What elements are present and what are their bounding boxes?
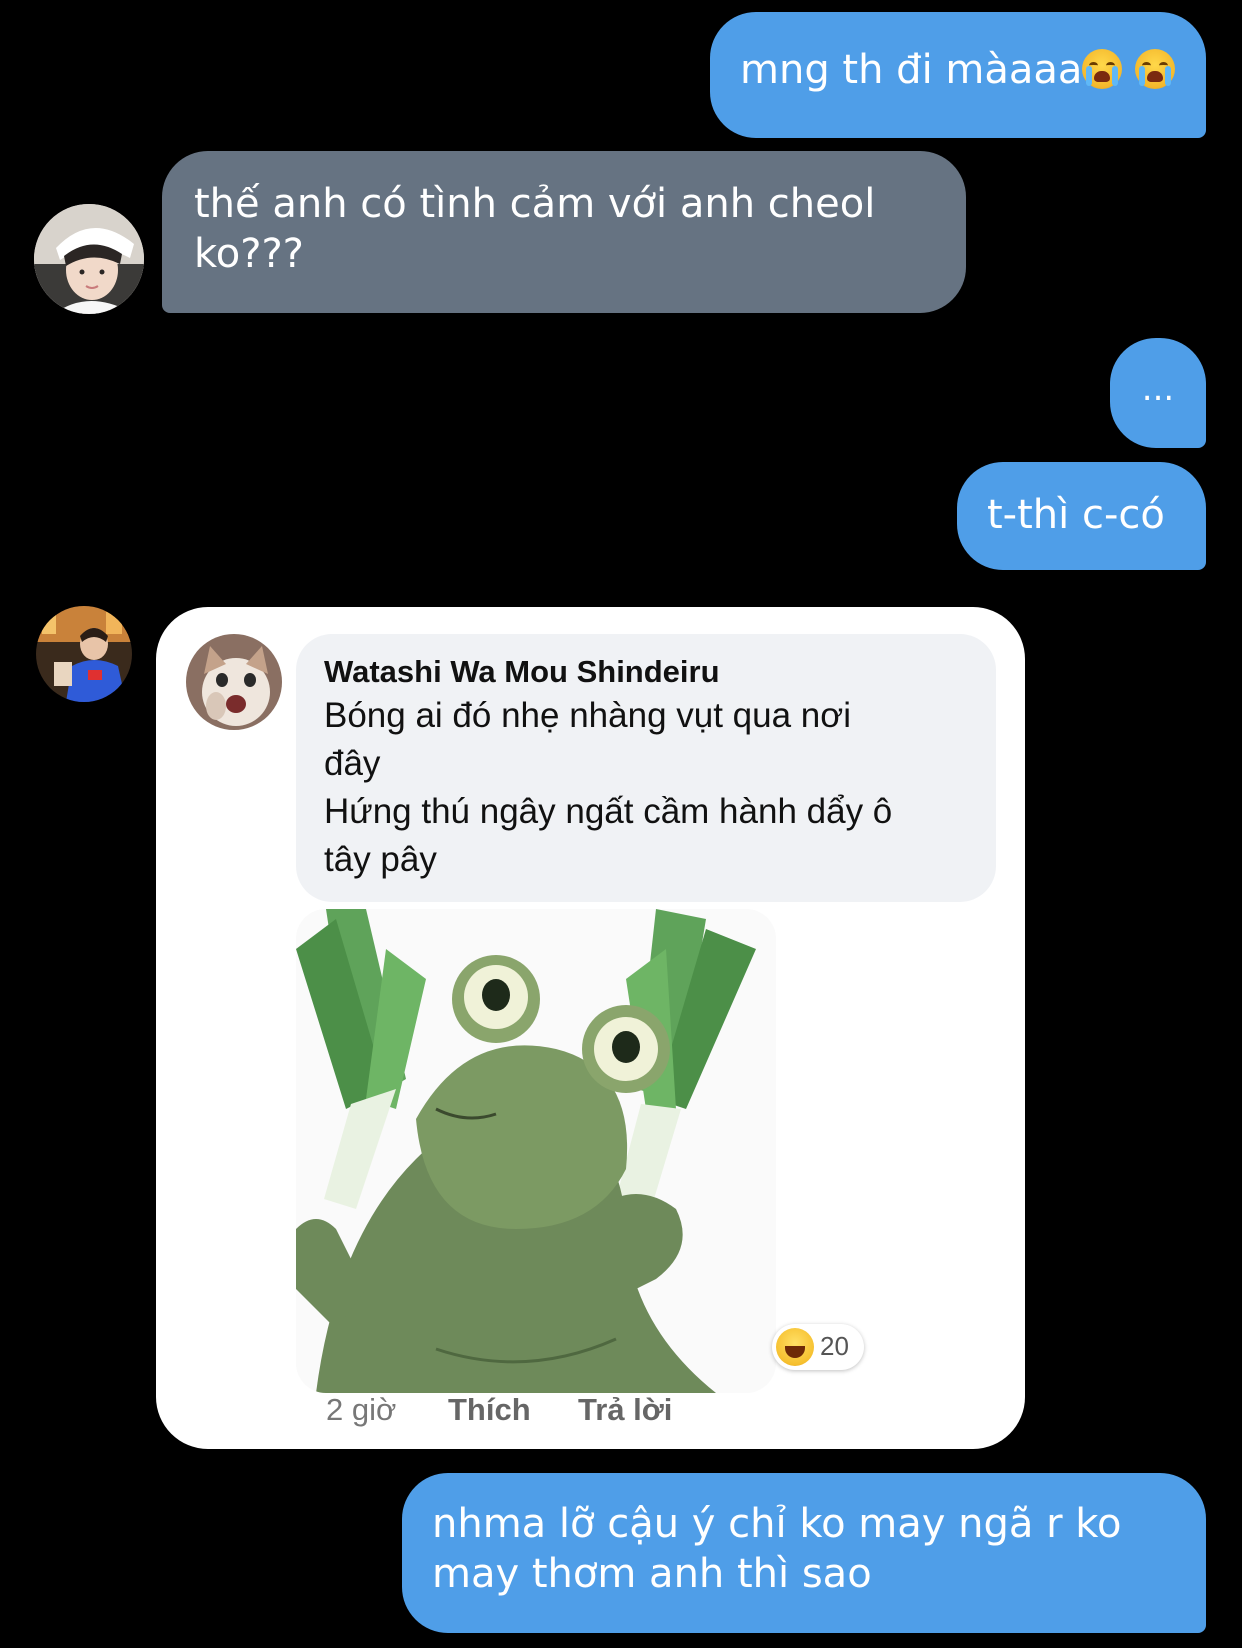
message-text-line-1: thế anh có tình cảm với anh cheol (194, 181, 876, 227)
like-link[interactable]: Thích (448, 1392, 531, 1428)
loudly-crying-face-icon (1135, 49, 1176, 89)
message-text: ... (1141, 369, 1175, 409)
reaction-count: 20 (820, 1331, 849, 1361)
avatar-photo (34, 204, 144, 314)
contact-avatar[interactable] (34, 204, 144, 314)
reaction-badge[interactable]: 20 (772, 1324, 864, 1370)
outgoing-message[interactable]: ... (1110, 338, 1206, 448)
frog-sticker-image (296, 909, 776, 1393)
loudly-crying-face-icon (1082, 49, 1123, 89)
incoming-message[interactable]: thế anh có tình cảm với anh cheol ko??? (162, 151, 966, 313)
outgoing-message[interactable]: nhma lỡ cậu ý chỉ ko may ngã r ko may th… (402, 1473, 1206, 1633)
commenter-name: Watashi Wa Mou Shindeiru (324, 654, 720, 689)
comment-bubble: Watashi Wa Mou Shindeiru Bóng ai đó nhẹ … (296, 634, 996, 902)
comment-line: Bóng ai đó nhẹ nhàng vụt qua nơi (324, 696, 851, 735)
frog-holding-green-onions (296, 909, 776, 1393)
message-text-line-2: ko??? (194, 231, 304, 277)
commenter-avatar (186, 634, 282, 730)
outgoing-message[interactable]: t-thì c-có (957, 462, 1206, 570)
image-message[interactable]: Watashi Wa Mou Shindeiru Bóng ai đó nhẹ … (156, 607, 1025, 1449)
comment-line: đây (324, 744, 381, 783)
reply-link[interactable]: Trả lời (578, 1392, 672, 1428)
message-text: t-thì c-có (987, 492, 1165, 538)
chat-screen: mng th đi màaaa thế anh có tình cảm với … (0, 0, 1242, 1648)
laughing-face-icon (776, 1328, 814, 1366)
contact-avatar[interactable] (36, 606, 132, 702)
message-text: mng th đi màaaa (740, 47, 1083, 93)
message-text-line-2: may thơm anh thì sao (432, 1551, 872, 1597)
comment-line: Hứng thú ngây ngất cầm hành dẩy ô (324, 792, 893, 831)
comment-time: 2 giờ (326, 1392, 397, 1427)
cat-avatar-image (186, 634, 282, 730)
avatar-photo (36, 606, 132, 702)
outgoing-message[interactable]: mng th đi màaaa (710, 12, 1206, 138)
comment-line: tây pây (324, 840, 437, 879)
message-text-line-1: nhma lỡ cậu ý chỉ ko may ngã r ko (432, 1501, 1122, 1547)
